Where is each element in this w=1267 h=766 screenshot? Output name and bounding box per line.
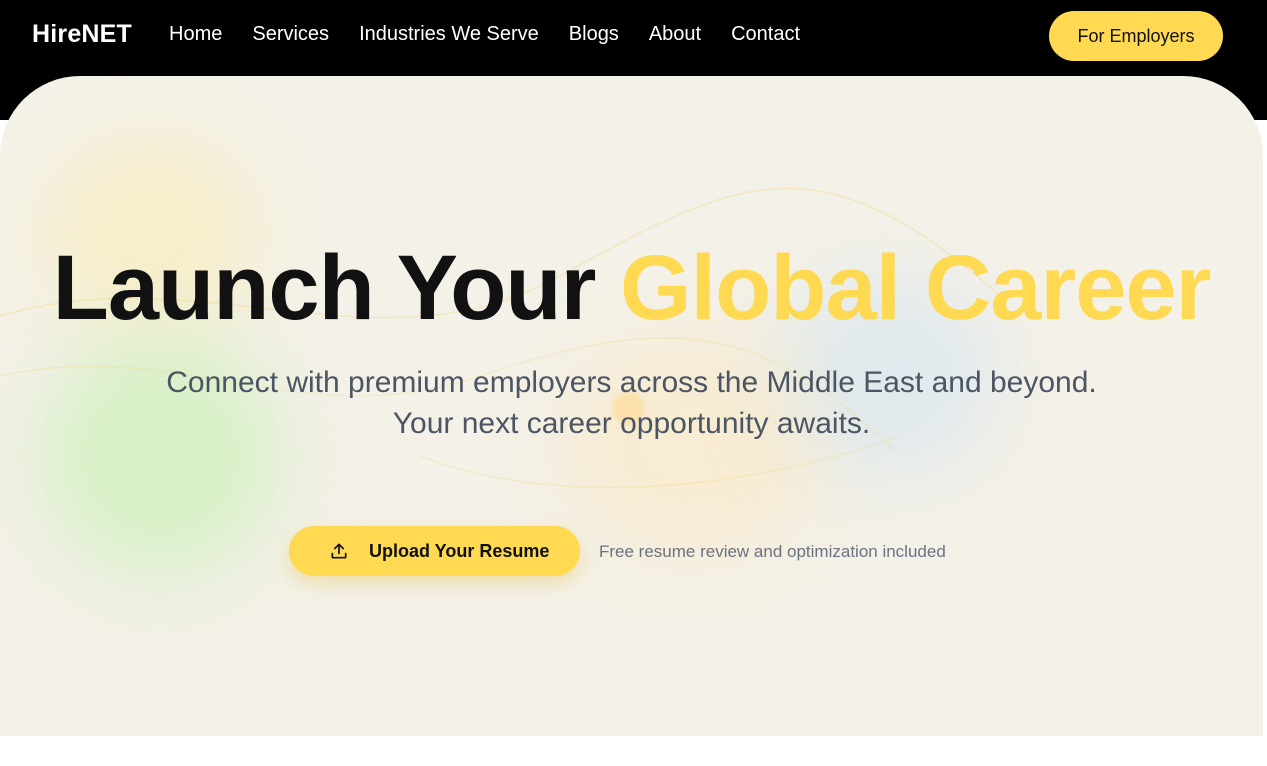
nav-link-contact[interactable]: Contact (731, 23, 800, 46)
hero-headline: Launch Your Global Career (0, 236, 1263, 341)
hero-section: Launch Your Global Career Connect with p… (0, 76, 1263, 736)
logo[interactable]: HireNET (32, 20, 132, 49)
nav-link-home[interactable]: Home (169, 23, 222, 46)
main-nav: Home Services Industries We Serve Blogs … (169, 23, 830, 46)
hero-subtitle-line-1: Connect with premium employers across th… (166, 366, 1097, 399)
decorative-curves (0, 187, 1001, 489)
nav-link-about[interactable]: About (649, 23, 701, 46)
nav-link-services[interactable]: Services (252, 23, 329, 46)
resume-review-note: Free resume review and optimization incl… (599, 542, 946, 561)
headline-accent: Global Career (619, 237, 1211, 339)
upload-resume-label: Upload Your Resume (369, 540, 550, 561)
headline-main: Launch Your (52, 237, 597, 339)
nav-link-blogs[interactable]: Blogs (569, 23, 619, 46)
for-employers-button[interactable]: For Employers (1049, 11, 1223, 61)
nav-link-industries[interactable]: Industries We Serve (359, 23, 539, 46)
upload-icon (331, 543, 347, 559)
upload-resume-button[interactable]: Upload Your Resume (289, 526, 580, 576)
hero-subtitle-line-2: Your next career opportunity awaits. (392, 407, 871, 440)
